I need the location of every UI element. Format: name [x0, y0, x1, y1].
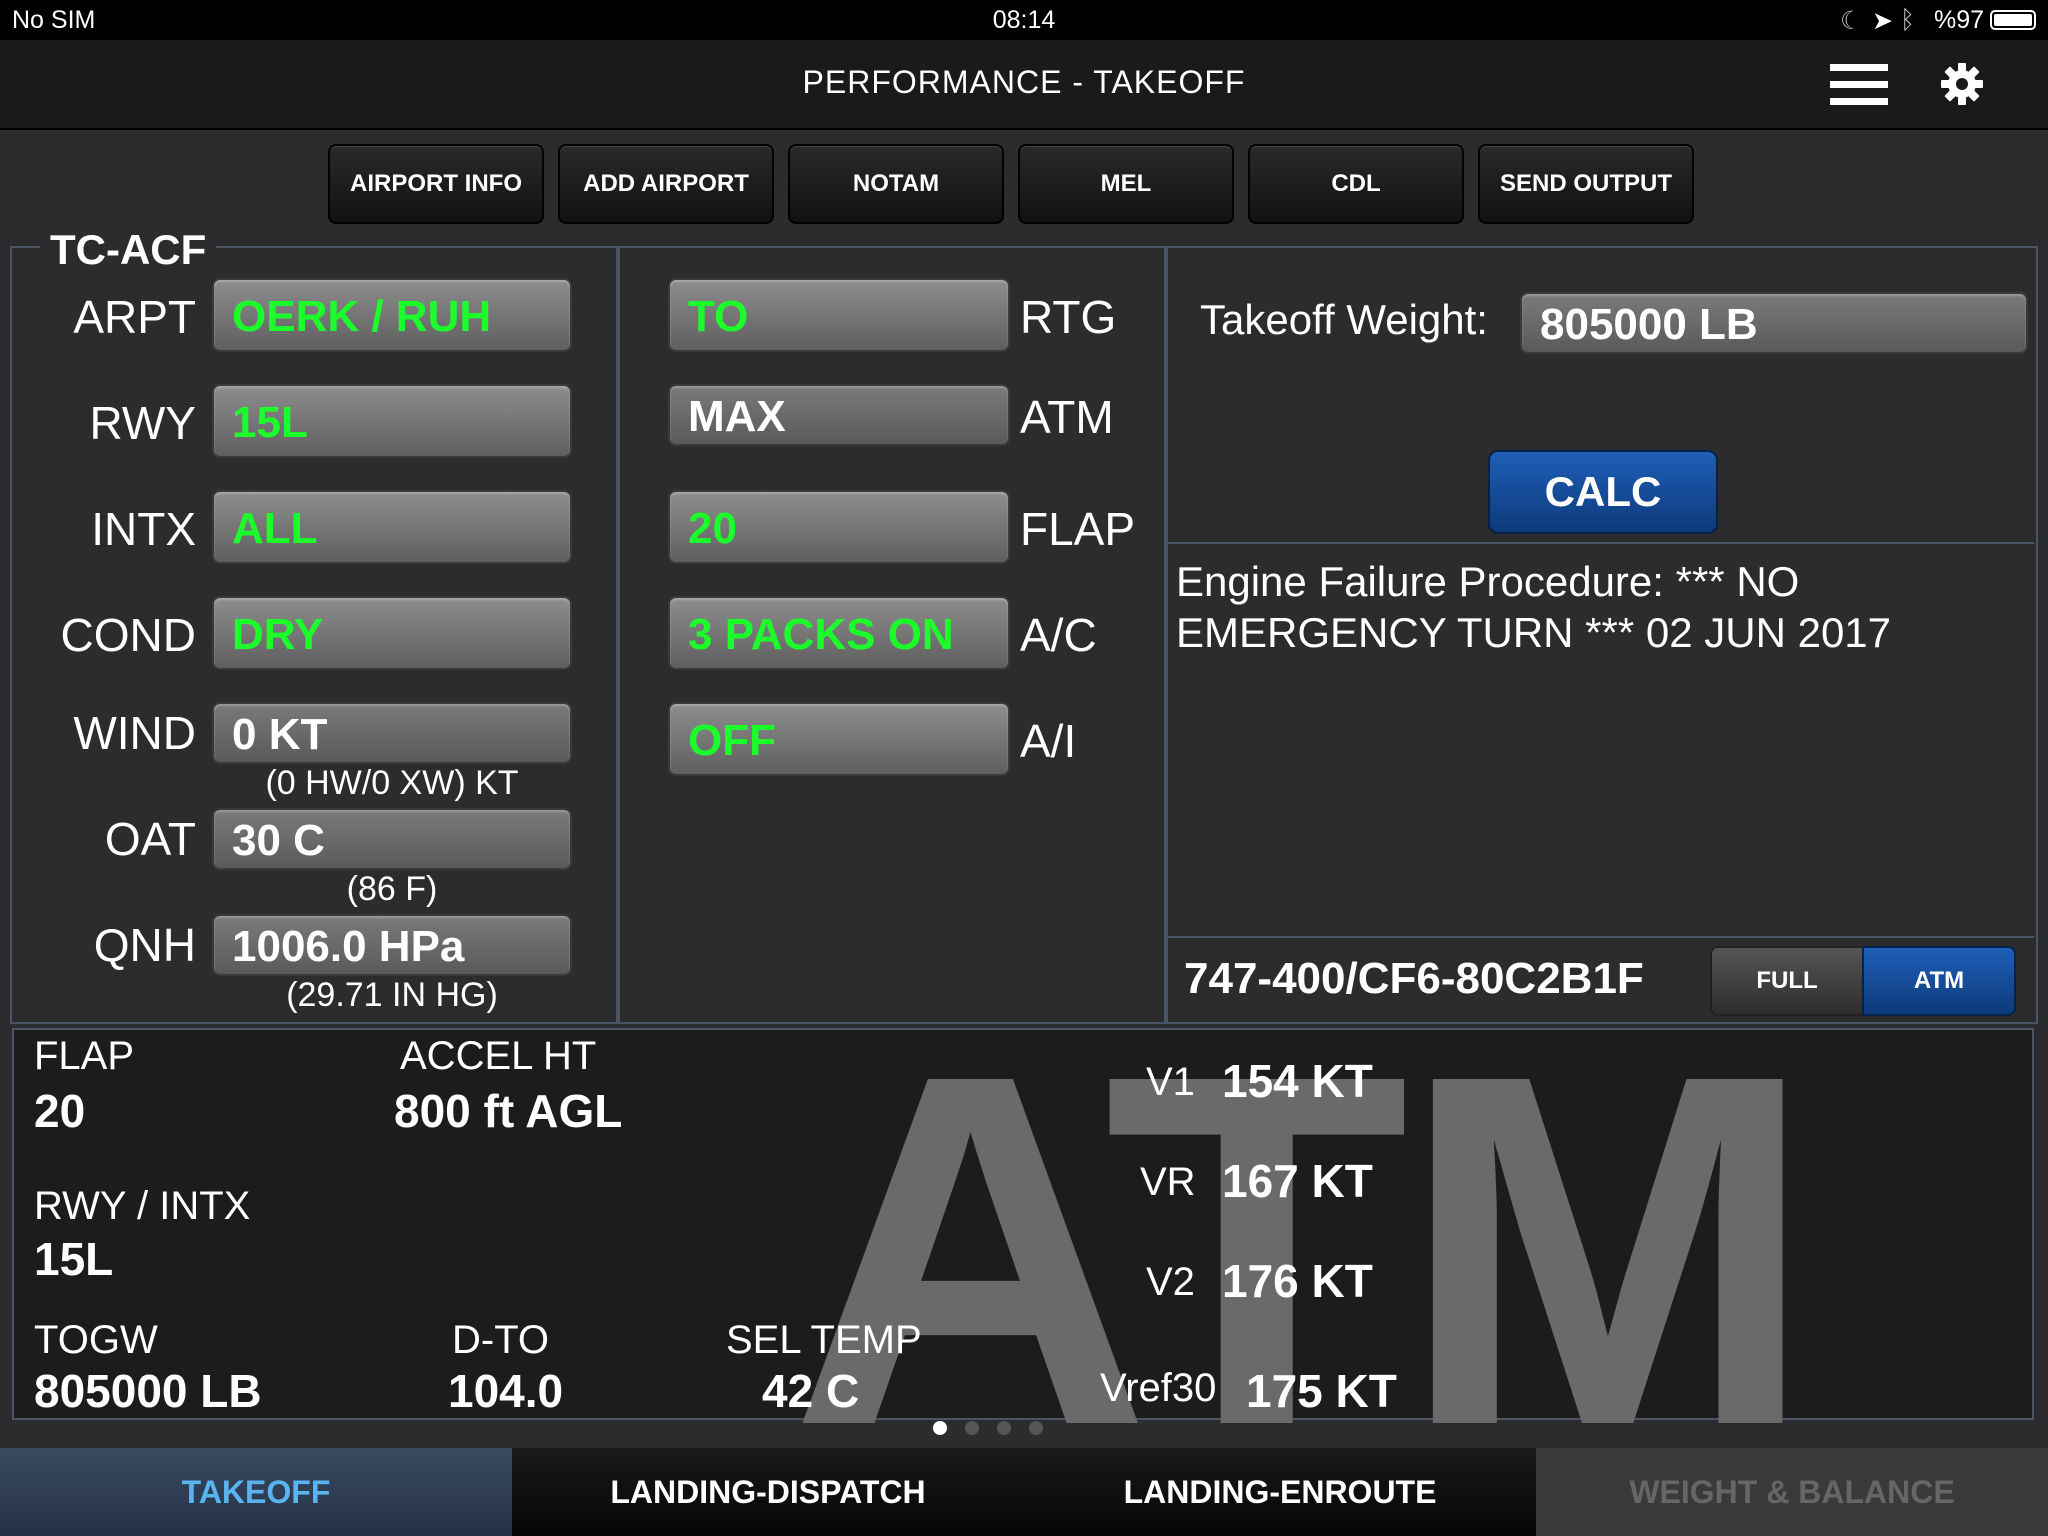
v2-value: 176 KT [1222, 1255, 1373, 1307]
ai-label: A/I [1020, 715, 1077, 767]
v1-value: 154 KT [1222, 1055, 1373, 1107]
rtg-label: RTG [1020, 291, 1117, 343]
tab-landing-enroute[interactable]: LANDING-ENROUTE [1024, 1448, 1538, 1536]
calc-button[interactable]: CALC [1488, 450, 1718, 534]
condition-field[interactable]: DRY [212, 596, 572, 670]
tab-takeoff[interactable]: TAKEOFF [0, 1448, 514, 1536]
accel-height-value: 800 ft AGL [394, 1085, 623, 1137]
result-flap-label: FLAP [34, 1034, 135, 1078]
oat-field[interactable]: 30 C [212, 808, 572, 870]
page-dot[interactable] [997, 1421, 1011, 1435]
bluetooth-icon: ᛒ [1900, 6, 1916, 34]
mel-button[interactable]: MEL [1018, 144, 1234, 224]
takeoff-weight-label: Takeoff Weight: [1200, 296, 1488, 343]
efp-line-1: Engine Failure Procedure: *** NO [1176, 558, 1800, 605]
sel-temp-value: 42 C [762, 1365, 860, 1417]
menu-icon[interactable] [1830, 64, 1888, 106]
flap-field[interactable]: 20 [668, 490, 1010, 564]
wind-field[interactable]: 0 KT [212, 702, 572, 764]
page-dot-active[interactable] [933, 1421, 947, 1435]
anti-ice-field[interactable]: OFF [668, 702, 1010, 776]
atm-toggle[interactable]: ATM [1862, 946, 2016, 1016]
atm-field[interactable]: MAX [668, 384, 1010, 446]
cdl-button[interactable]: CDL [1248, 144, 1464, 224]
nav-bar: PERFORMANCE - TAKEOFF [0, 40, 2048, 130]
vref-value: 175 KT [1246, 1365, 1397, 1417]
notam-button[interactable]: NOTAM [788, 144, 1004, 224]
vr-value: 167 KT [1222, 1155, 1373, 1207]
sel-temp-label: SEL TEMP [726, 1318, 922, 1362]
result-flap-value: 20 [34, 1085, 86, 1137]
v1-label: V1 [1146, 1060, 1195, 1104]
rwy-intx-value: 15L [34, 1233, 114, 1285]
ac-label: A/C [1020, 609, 1097, 661]
efp-line-2: EMERGENCY TURN *** 02 JUN 2017 [1176, 609, 1892, 656]
togw-label: TOGW [34, 1318, 158, 1362]
page-dot[interactable] [965, 1421, 979, 1435]
aircon-field[interactable]: 3 PACKS ON [668, 596, 1010, 670]
takeoff-weight-field[interactable]: 805000 LB [1520, 292, 2028, 354]
tail-number: TC-ACF [40, 226, 217, 274]
airport-field[interactable]: OERK / RUH [212, 278, 572, 352]
wind-label: WIND [73, 707, 196, 759]
battery-label: %97 [1934, 6, 1985, 34]
tab-landing-dispatch[interactable]: LANDING-DISPATCH [512, 1448, 1026, 1536]
vref-label: Vref30 [1100, 1366, 1217, 1410]
accel-height-label: ACCEL HT [400, 1034, 597, 1078]
qnh-label: QNH [93, 919, 196, 971]
cond-label: COND [60, 609, 196, 661]
vr-label: VR [1140, 1160, 1196, 1204]
gear-icon[interactable] [1940, 62, 1984, 106]
oat-fahrenheit: (86 F) [346, 870, 438, 908]
runway-field[interactable]: 15L [212, 384, 572, 458]
oat-label: OAT [104, 813, 196, 865]
intx-label: INTX [91, 503, 196, 555]
dto-value: 104.0 [448, 1365, 564, 1417]
moon-icon: ☾ [1840, 7, 1863, 35]
flap-label: FLAP [1020, 503, 1136, 555]
airport-info-button[interactable]: AIRPORT INFO [328, 144, 544, 224]
rwy-label: RWY [89, 397, 197, 449]
qnh-field[interactable]: 1006.0 HPa [212, 914, 572, 976]
page-dot[interactable] [1029, 1421, 1043, 1435]
atm-label: ATM [1020, 391, 1114, 443]
qnh-inhg: (29.71 IN HG) [286, 976, 498, 1014]
send-output-button[interactable]: SEND OUTPUT [1478, 144, 1694, 224]
v2-label: V2 [1146, 1260, 1195, 1304]
location-icon: ➤ [1872, 7, 1893, 35]
rating-field[interactable]: TO [668, 278, 1010, 352]
add-airport-button[interactable]: ADD AIRPORT [558, 144, 774, 224]
rwy-intx-label: RWY / INTX [34, 1184, 251, 1228]
wind-components: (0 HW/0 XW) KT [265, 764, 519, 802]
status-bar: No SIM 08:14 ☾ ➤ ᛒ %97 [0, 0, 2048, 40]
tab-weight-balance[interactable]: WEIGHT & BALANCE [1536, 1448, 2048, 1536]
engine-failure-procedure: Engine Failure Procedure: *** NO EMERGEN… [1176, 556, 2016, 658]
battery-icon [1990, 10, 2036, 30]
intersection-field[interactable]: ALL [212, 490, 572, 564]
page-title: PERFORMANCE - TAKEOFF [802, 64, 1246, 100]
clock: 08:14 [992, 6, 1056, 34]
dto-label: D-TO [452, 1318, 550, 1362]
togw-value: 805000 LB [34, 1365, 262, 1417]
arpt-label: ARPT [73, 291, 196, 343]
